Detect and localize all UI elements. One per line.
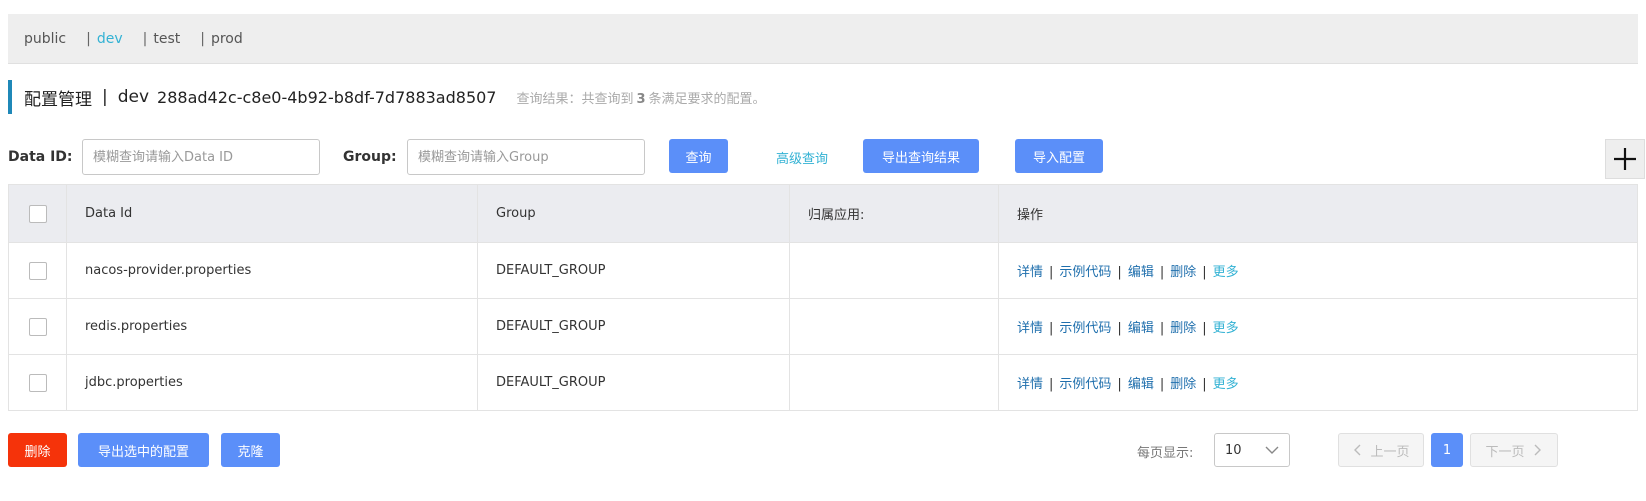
namespace-separator: | — [200, 30, 205, 47]
select-all-checkbox[interactable] — [28, 204, 47, 223]
clone-button[interactable]: 克隆 — [221, 433, 280, 467]
add-config-button[interactable] — [1605, 139, 1645, 179]
edit-link[interactable]: 编辑 — [1128, 265, 1154, 280]
table-row: jdbc.properties DEFAULT_GROUP 详情 | 示例代码 | 编辑… — [8, 354, 1638, 411]
group-input[interactable] — [407, 139, 645, 175]
title-accent-bar — [8, 80, 12, 114]
cell-data-id: jdbc.properties — [66, 354, 478, 411]
chevron-right-icon — [1534, 444, 1541, 456]
cell-data-id: redis.properties — [66, 298, 478, 355]
cell-group: DEFAULT_GROUP — [477, 242, 790, 299]
prev-page-button[interactable]: 上一页 — [1338, 433, 1424, 467]
column-header-app: 归属应用: — [789, 184, 999, 243]
result-count: 3 — [636, 91, 646, 107]
action-separator: | — [1159, 377, 1165, 392]
next-page-button[interactable]: 下一页 — [1470, 433, 1558, 467]
page-title-row: 配置管理 | dev 288ad42c-c8e0-4b92-b8df-7d788… — [8, 80, 766, 114]
namespace-dev[interactable]: dev — [97, 31, 123, 47]
cell-actions: 详情 | 示例代码 | 编辑 | 删除 | 更多 — [998, 242, 1638, 299]
footer-bar: 删除 导出选中的配置 克隆 每页显示: 10 上一页 1 下一页 — [8, 433, 1638, 467]
column-header-actions: 操作 — [998, 184, 1638, 243]
chevron-left-icon — [1354, 444, 1361, 456]
delete-link[interactable]: 删除 — [1170, 377, 1196, 392]
title-namespace: dev — [117, 87, 150, 107]
table-row: nacos-provider.properties DEFAULT_GROUP … — [8, 242, 1638, 299]
export-selected-button[interactable]: 导出选中的配置 — [78, 433, 209, 467]
page-size-select[interactable]: 10 — [1214, 433, 1290, 467]
next-page-label: 下一页 — [1485, 444, 1525, 460]
action-separator: | — [1202, 321, 1207, 336]
action-separator: | — [1117, 265, 1122, 280]
action-separator: | — [1159, 321, 1165, 336]
action-separator: | — [1049, 321, 1054, 336]
prev-page-label: 上一页 — [1370, 444, 1410, 460]
chevron-down-icon — [1265, 446, 1279, 454]
page-size-label: 每页显示: — [1137, 446, 1194, 461]
query-button[interactable]: 查询 — [669, 139, 728, 173]
delete-link[interactable]: 删除 — [1170, 265, 1196, 280]
data-id-input[interactable] — [82, 139, 320, 175]
config-table: Data Id Group 归属应用: 操作 nacos-provider.pr… — [8, 184, 1638, 411]
detail-link[interactable]: 详情 — [1017, 321, 1043, 336]
action-separator: | — [1117, 377, 1122, 392]
cell-data-id: nacos-provider.properties — [66, 242, 478, 299]
namespace-id: 288ad42c-c8e0-4b92-b8df-7d7883ad8507 — [157, 87, 497, 107]
plus-icon — [1614, 148, 1636, 170]
namespace-test[interactable]: test — [153, 31, 180, 47]
action-separator: | — [1049, 377, 1054, 392]
import-config-button[interactable]: 导入配置 — [1015, 139, 1103, 173]
delete-link[interactable]: 删除 — [1170, 321, 1196, 336]
select-all-cell — [8, 184, 67, 243]
delete-selected-button[interactable]: 删除 — [8, 433, 67, 467]
more-link[interactable]: 更多 — [1213, 321, 1239, 336]
page-title: 配置管理 — [24, 89, 92, 110]
page-number-current[interactable]: 1 — [1431, 433, 1463, 467]
action-separator: | — [1202, 265, 1207, 280]
sample-code-link[interactable]: 示例代码 — [1059, 377, 1111, 392]
export-results-button[interactable]: 导出查询结果 — [863, 139, 979, 173]
sample-code-link[interactable]: 示例代码 — [1059, 265, 1111, 280]
cell-app — [789, 242, 999, 299]
table-header-row: Data Id Group 归属应用: 操作 — [8, 184, 1638, 243]
cell-app — [789, 298, 999, 355]
cell-group: DEFAULT_GROUP — [477, 354, 790, 411]
table-row: redis.properties DEFAULT_GROUP 详情 | 示例代码 | 编… — [8, 298, 1638, 355]
namespace-bar: public | dev | test | prod — [8, 14, 1638, 64]
row-select-cell — [8, 242, 67, 299]
column-header-group: Group — [477, 184, 790, 243]
action-separator: | — [1159, 265, 1165, 280]
search-bar: Data ID: Group: 查询 高级查询 导出查询结果 导入配置 — [8, 139, 1645, 179]
advanced-query-link[interactable]: 高级查询 — [776, 148, 828, 167]
row-checkbox[interactable] — [28, 261, 47, 280]
action-separator: | — [1117, 321, 1122, 336]
detail-link[interactable]: 详情 — [1017, 265, 1043, 280]
row-select-cell — [8, 354, 67, 411]
action-separator: | — [1049, 265, 1054, 280]
namespace-separator: | — [142, 30, 148, 47]
edit-link[interactable]: 编辑 — [1128, 377, 1154, 392]
sample-code-link[interactable]: 示例代码 — [1059, 321, 1111, 336]
row-checkbox[interactable] — [28, 373, 47, 392]
cell-app — [789, 354, 999, 411]
page-size-value: 10 — [1225, 442, 1242, 458]
query-result-summary: 查询结果：共查询到 3 条满足要求的配置。 — [516, 91, 766, 107]
namespace-prod[interactable]: prod — [211, 31, 243, 47]
group-label: Group: — [343, 149, 397, 165]
namespace-separator: | — [86, 30, 91, 47]
more-link[interactable]: 更多 — [1213, 265, 1239, 280]
row-checkbox[interactable] — [28, 317, 47, 336]
edit-link[interactable]: 编辑 — [1128, 321, 1154, 336]
more-link[interactable]: 更多 — [1213, 377, 1239, 392]
column-header-data-id: Data Id — [66, 184, 478, 243]
namespace-public[interactable]: public — [24, 31, 66, 47]
detail-link[interactable]: 详情 — [1017, 377, 1043, 392]
title-separator: | — [102, 87, 108, 107]
action-separator: | — [1202, 377, 1207, 392]
row-select-cell — [8, 298, 67, 355]
cell-group: DEFAULT_GROUP — [477, 298, 790, 355]
cell-actions: 详情 | 示例代码 | 编辑 | 删除 | 更多 — [998, 298, 1638, 355]
data-id-label: Data ID: — [8, 149, 73, 165]
cell-actions: 详情 | 示例代码 | 编辑 | 删除 | 更多 — [998, 354, 1638, 411]
